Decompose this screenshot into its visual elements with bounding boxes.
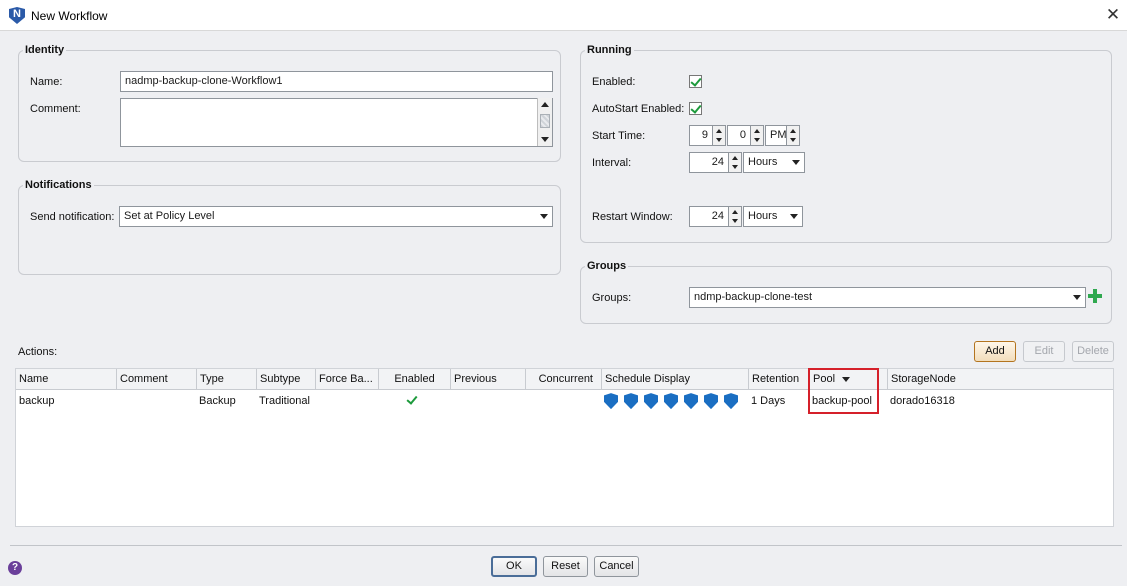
interval-stepper[interactable] [728,152,742,173]
scroll-thumb[interactable] [540,114,550,128]
add-button[interactable]: Add [974,341,1016,362]
shield-icon [704,393,718,410]
actions-label: Actions: [18,346,58,358]
start-minute-input[interactable]: 0 [727,125,751,146]
groups-value: ndmp-backup-clone-test [694,291,813,303]
start-ampm-input[interactable]: PM [765,125,787,146]
column-header-subtype[interactable]: Subtype [256,369,315,390]
column-header-schedule-display[interactable]: Schedule Display [601,369,748,390]
networker-logo-icon: N [9,7,25,24]
chevron-down-icon [792,160,800,165]
column-header-storage-node[interactable]: StorageNode [887,369,1114,390]
interval-unit-value: Hours [748,156,778,168]
groups-label: Groups: [592,292,632,304]
chevron-down-icon [540,214,548,219]
start-ampm-stepper[interactable] [786,125,800,146]
comment-textarea[interactable] [120,98,553,147]
shield-icon [724,393,738,410]
restart-unit-select[interactable]: Hours [743,206,803,227]
name-label: Name: [30,76,63,88]
send-notification-select[interactable]: Set at Policy Level [119,206,553,227]
column-header-enabled[interactable]: Enabled [378,369,450,390]
cell-name: backup [19,395,55,407]
chevron-down-icon [790,214,798,219]
start-minute-stepper[interactable] [750,125,764,146]
cell-previous [450,390,525,412]
start-time-label: Start Time: [592,130,646,142]
column-header-force-backup[interactable]: Force Ba... [315,369,378,390]
start-hour-stepper[interactable] [712,125,726,146]
plus-icon[interactable] [1088,289,1102,303]
cell-retention: 1 Days [751,395,786,407]
scroll-up-icon[interactable] [541,102,549,107]
restart-window-label: Restart Window: [592,211,673,223]
groups-select[interactable]: ndmp-backup-clone-test [689,287,1086,308]
shield-icon [624,393,638,410]
cell-concurrent [525,390,601,412]
interval-input[interactable]: 24 [689,152,729,173]
pool-highlight-box [808,368,879,414]
checkmark-icon [406,393,418,405]
shield-icon [684,393,698,410]
notifications-group: Notifications [18,179,561,275]
running-legend: Running [587,44,632,56]
send-notification-label: Send notification: [30,211,115,223]
notifications-legend: Notifications [25,179,92,191]
column-header-type[interactable]: Type [196,369,256,390]
scroll-down-icon[interactable] [541,137,549,142]
ok-button[interactable]: OK [491,556,537,577]
reset-button[interactable]: Reset [543,556,588,577]
cell-schedule-display [604,390,751,412]
delete-button[interactable]: Delete [1072,341,1114,362]
cell-comment [116,390,196,412]
autostart-checkbox[interactable] [689,102,702,115]
column-header-previous[interactable]: Previous [450,369,525,390]
dialog-content: Identity Name: nadmp-backup-clone-Workfl… [0,31,1127,586]
close-icon[interactable]: ✕ [1103,5,1123,25]
cell-storage-node: dorado16318 [890,395,955,407]
comment-scrollbar[interactable] [537,98,552,146]
identity-legend: Identity [25,44,65,56]
start-hour-input[interactable]: 9 [689,125,713,146]
column-header-name[interactable]: Name [16,369,116,390]
cell-type: Backup [199,395,236,407]
enabled-label: Enabled: [592,76,636,88]
groups-legend: Groups [587,260,627,272]
edit-button[interactable]: Edit [1023,341,1065,362]
name-input[interactable]: nadmp-backup-clone-Workflow1 [120,71,553,92]
table-header: Name Comment Type Subtype Force Ba... En… [16,369,1113,390]
actions-table: Name Comment Type Subtype Force Ba... En… [15,368,1114,527]
enabled-checkbox[interactable] [689,75,702,88]
cancel-button[interactable]: Cancel [594,556,639,577]
column-header-concurrent[interactable]: Concurrent [525,369,601,390]
help-icon[interactable]: ? [8,561,22,575]
comment-label: Comment: [30,103,81,115]
window-title: New Workflow [31,9,108,23]
footer-separator [10,545,1122,546]
autostart-label: AutoStart Enabled: [592,103,685,115]
send-notification-value: Set at Policy Level [124,210,215,222]
cell-subtype: Traditional [259,395,310,407]
interval-label: Interval: [592,157,632,169]
chevron-down-icon [1073,295,1081,300]
column-header-comment[interactable]: Comment [116,369,196,390]
shield-icon [644,393,658,410]
restart-unit-value: Hours [748,210,778,222]
interval-unit-select[interactable]: Hours [743,152,805,173]
shield-icon [664,393,678,410]
cell-force-backup [315,390,378,412]
title-bar: N New Workflow ✕ [0,0,1127,31]
restart-window-stepper[interactable] [728,206,742,227]
column-header-retention[interactable]: Retention [748,369,809,390]
shield-icon [604,393,618,410]
restart-window-input[interactable]: 24 [689,206,729,227]
